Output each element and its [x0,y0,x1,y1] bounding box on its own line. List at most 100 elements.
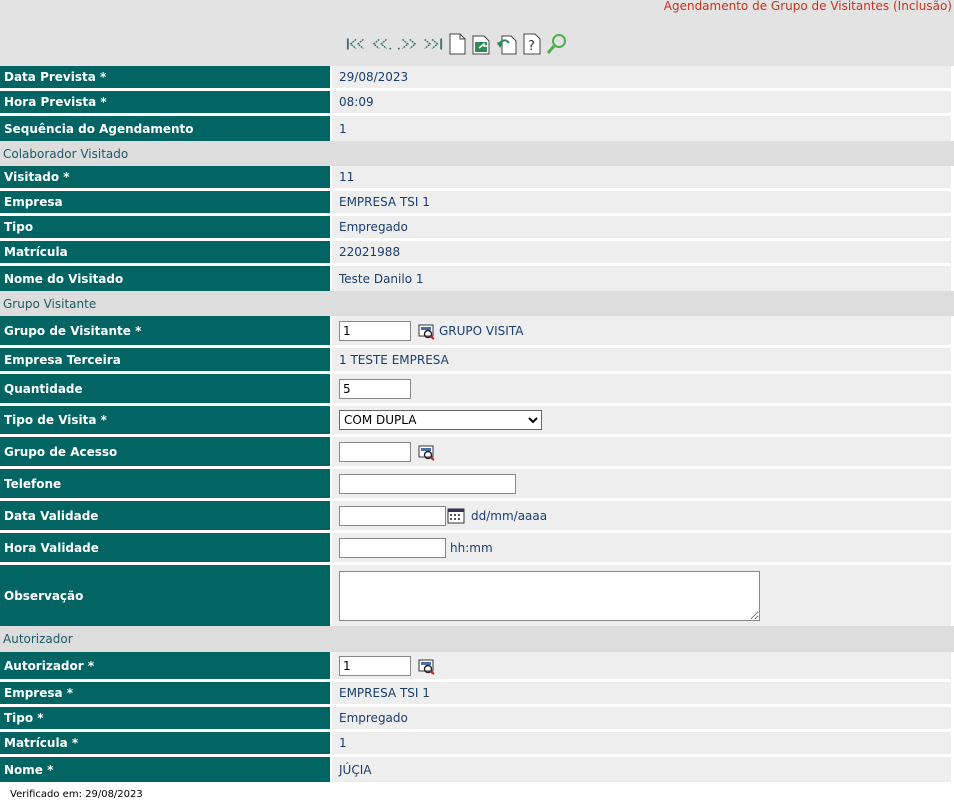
data-validade-input[interactable] [339,505,446,526]
row-observacao: Observação [0,565,954,626]
value-quantidade [332,374,951,403]
label-tipo-visita: Tipo de Visita * [0,406,330,434]
autorizador-input[interactable] [339,655,411,676]
row-autorizador: Autorizador * [0,652,954,682]
new-document-icon[interactable] [446,33,468,55]
value-observacao [332,565,951,626]
scheduling-form: Data Prevista * 29/08/2023 Hora Prevista… [0,66,954,782]
telefone-input[interactable] [339,473,516,494]
value-matricula: 22021988 [332,241,951,263]
row-sequencia: Sequência do Agendamento 1 [0,116,954,141]
calendar-icon[interactable] [447,508,465,524]
page-title: Agendamento de Grupo de Visitantes (Incl… [663,0,952,13]
label-hora-validade: Hora Validade [0,533,330,562]
row-hora-prevista: Hora Prevista * 08:09 [0,91,954,116]
row-matricula: Matrícula 22021988 [0,241,954,266]
value-autorizador-empresa: EMPRESA TSI 1 [332,682,951,704]
lookup-grupo-visitante-icon[interactable] [418,322,436,340]
label-hora-prevista: Hora Prevista * [0,91,330,113]
label-data-validade: Data Validade [0,501,330,530]
row-tipo-visita: Tipo de Visita * COM DUPLA [0,406,954,437]
label-empresa: Empresa [0,191,330,213]
lookup-grupo-acesso-icon[interactable] [418,443,436,461]
label-data-prevista: Data Prevista * [0,66,330,88]
label-autorizador-empresa: Empresa * [0,682,330,704]
value-telefone [332,469,951,498]
label-nome-visitado: Nome do Visitado [0,266,330,291]
value-data-prevista: 29/08/2023 [332,66,951,88]
value-tipo: Empregado [332,216,951,238]
section-grupo-visitante: Grupo Visitante [0,291,954,316]
grupo-visitante-input[interactable] [339,320,411,341]
value-grupo-visitante: GRUPO VISITA [332,316,951,345]
row-grupo-visitante: Grupo de Visitante * GRUPO VISITA [0,316,954,348]
row-hora-validade: Hora Validade hh:mm [0,533,954,565]
next-record-icon[interactable] [396,33,418,55]
row-nome-visitado: Nome do Visitado Teste Danilo 1 [0,266,954,291]
last-record-icon[interactable] [421,33,443,55]
value-tipo-visita: COM DUPLA [332,406,951,434]
svg-text:?: ? [528,39,535,54]
row-data-prevista: Data Prevista * 29/08/2023 [0,66,954,91]
label-autorizador: Autorizador * [0,652,330,679]
value-empresa: EMPRESA TSI 1 [332,191,951,213]
value-autorizador [332,652,951,679]
row-tipo: Tipo Empregado [0,216,954,241]
label-quantidade: Quantidade [0,374,330,403]
row-telefone: Telefone [0,469,954,501]
row-autorizador-matricula: Matrícula * 1 [0,732,954,757]
hora-validade-input[interactable] [339,537,446,558]
label-grupo-acesso: Grupo de Acesso [0,437,330,466]
hora-validade-format-hint: hh:mm [450,540,493,555]
search-icon[interactable] [546,33,568,55]
label-autorizador-tipo: Tipo * [0,707,330,729]
value-hora-validade: hh:mm [332,533,951,562]
value-autorizador-tipo: Empregado [332,707,951,729]
label-observacao: Observação [0,565,330,626]
first-record-icon[interactable] [346,33,368,55]
tipo-visita-select[interactable]: COM DUPLA [339,410,542,430]
data-validade-format-hint: dd/mm/aaaa [471,508,548,523]
value-empresa-terceira: 1 TESTE EMPRESA [332,348,951,371]
export-icon[interactable] [471,33,493,55]
value-hora-prevista: 08:09 [332,91,951,113]
label-visitado: Visitado * [0,166,330,188]
label-tipo: Tipo [0,216,330,238]
value-sequencia: 1 [332,116,951,141]
section-colaborador-visitado: Colaborador Visitado [0,141,954,166]
previous-record-icon[interactable] [371,33,393,55]
undo-icon[interactable] [496,33,518,55]
row-empresa-terceira: Empresa Terceira 1 TESTE EMPRESA [0,348,954,374]
row-autorizador-nome: Nome * JÚÇIA [0,757,954,782]
quantidade-input[interactable] [339,378,411,399]
label-grupo-visitante: Grupo de Visitante * [0,316,330,345]
footer-verified-date: Verificado em: 29/08/2023 [10,789,143,800]
grupo-acesso-input[interactable] [339,441,411,462]
record-toolbar: ? [346,32,568,56]
grupo-visitante-description: GRUPO VISITA [439,323,524,338]
lookup-autorizador-icon[interactable] [418,657,436,675]
row-autorizador-empresa: Empresa * EMPRESA TSI 1 [0,682,954,707]
value-data-validade: dd/mm/aaaa [332,501,951,530]
section-autorizador: Autorizador [0,626,954,652]
row-grupo-acesso: Grupo de Acesso [0,437,954,469]
label-autorizador-matricula: Matrícula * [0,732,330,754]
top-bar: Agendamento de Grupo de Visitantes (Incl… [0,0,954,66]
label-autorizador-nome: Nome * [0,757,330,782]
label-sequencia: Sequência do Agendamento [0,116,330,141]
value-autorizador-nome: JÚÇIA [332,757,951,782]
value-autorizador-matricula: 1 [332,732,951,754]
row-empresa: Empresa EMPRESA TSI 1 [0,191,954,216]
observacao-textarea[interactable] [339,570,760,621]
row-autorizador-tipo: Tipo * Empregado [0,707,954,732]
row-quantidade: Quantidade [0,374,954,406]
help-icon[interactable]: ? [521,33,543,55]
value-visitado: 11 [332,166,951,188]
label-telefone: Telefone [0,469,330,498]
label-matricula: Matrícula [0,241,330,263]
value-nome-visitado: Teste Danilo 1 [332,266,951,291]
label-empresa-terceira: Empresa Terceira [0,348,330,371]
row-visitado: Visitado * 11 [0,166,954,191]
value-grupo-acesso [332,437,951,466]
row-data-validade: Data Validade dd/mm/aaaa [0,501,954,533]
